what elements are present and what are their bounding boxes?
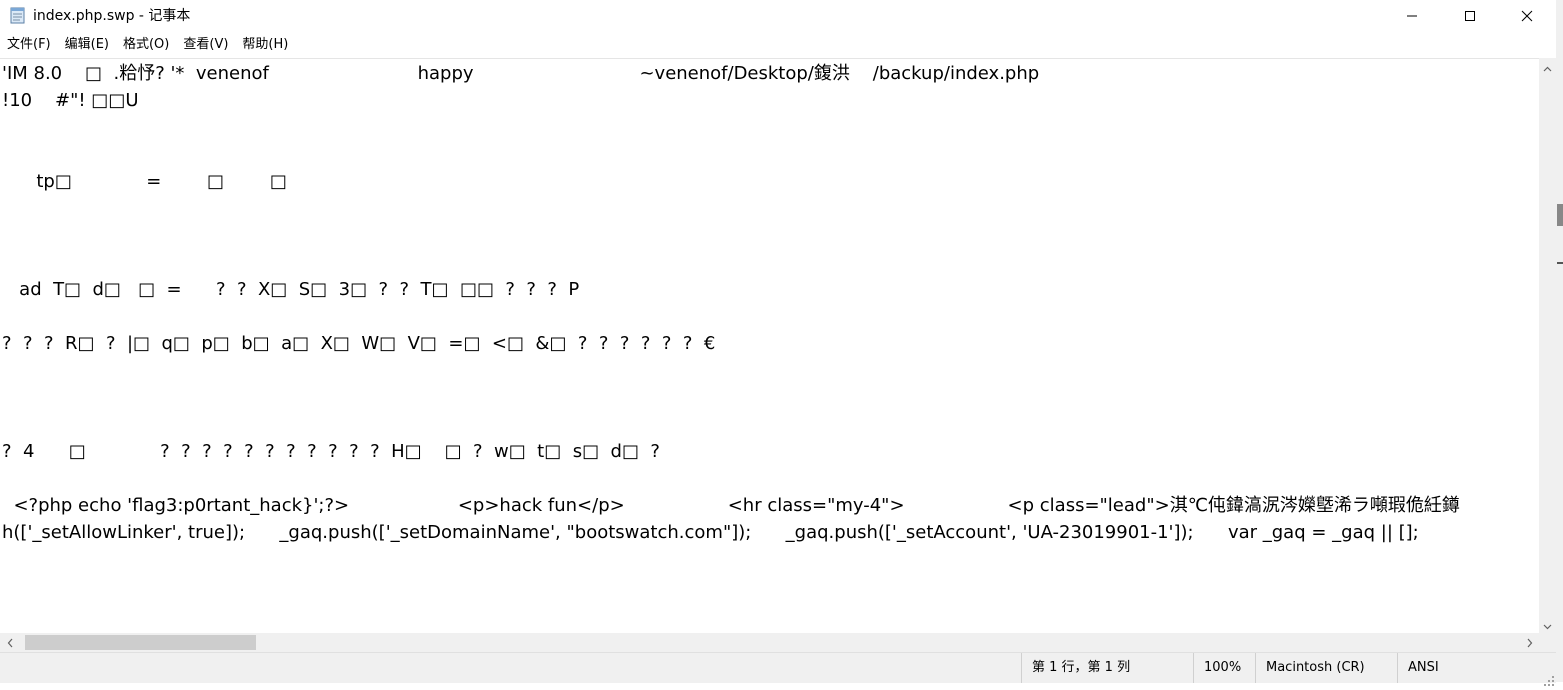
menu-bar: 文件(F) 编辑(E) 格式(O) 查看(V) 帮助(H) [0, 33, 1556, 57]
chevron-right-icon [1527, 633, 1533, 652]
notepad-window: index.php.swp - 记事本 文件(F) 编辑(E) 格式(O) 查看… [0, 0, 1556, 686]
chevron-left-icon [7, 633, 13, 652]
scroll-right-button[interactable] [1520, 633, 1539, 652]
close-button[interactable] [1498, 0, 1556, 32]
chevron-down-icon [1543, 615, 1552, 634]
scroll-down-button[interactable] [1539, 616, 1556, 633]
menu-help[interactable]: 帮助(H) [235, 33, 295, 57]
text-line: !10 #"! □□U [2, 90, 139, 111]
maximize-button[interactable] [1441, 0, 1499, 32]
horizontal-scrollbar[interactable] [0, 633, 1539, 652]
scroll-left-button[interactable] [0, 633, 19, 652]
text-line: ? 4 □ ? ? ? ? ? ? ? ? ? ? ? H□ □ ? w□ t□… [2, 441, 660, 462]
resize-grip-icon[interactable] [1544, 671, 1554, 686]
background-window-edge [1556, 0, 1563, 682]
menu-file[interactable]: 文件(F) [0, 33, 58, 57]
text-editor-area[interactable]: 'IM 8.0 □ .粭忬? '* venenof happy ~venenof… [0, 58, 1539, 634]
zoom-level: 100% [1193, 653, 1255, 683]
title-bar[interactable]: index.php.swp - 记事本 [0, 0, 1556, 32]
horizontal-scroll-thumb[interactable] [25, 635, 256, 650]
window-title: index.php.swp - 记事本 [33, 8, 191, 24]
status-bar: 第 1 行，第 1 列 100% Macintosh (CR) ANSI [0, 652, 1556, 686]
minimize-icon [1406, 7, 1418, 26]
text-line: 'IM 8.0 □ .粭忬? '* venenof happy ~venenof… [2, 63, 1040, 84]
notepad-icon [10, 6, 26, 24]
cursor-position: 第 1 行，第 1 列 [1021, 653, 1193, 683]
chevron-up-icon [1543, 57, 1552, 76]
text-line: ? ? ? R□ ? |□ q□ p□ b□ a□ X□ W□ V□ =□ <□… [2, 333, 716, 354]
menu-format[interactable]: 格式(O) [116, 33, 176, 57]
minimize-button[interactable] [1383, 0, 1441, 32]
text-line: <?php echo 'flag3:p0rtant_hack}';?> <p>h… [2, 495, 1460, 516]
vertical-scrollbar[interactable] [1539, 58, 1556, 633]
menu-edit[interactable]: 编辑(E) [58, 33, 116, 57]
text-line: ad T□ d□ □ = ? ? X□ S□ 3□ ? ? T□ □□ ? ? … [2, 279, 580, 300]
text-line: tp□ = □ □ [2, 171, 287, 192]
maximize-icon [1464, 7, 1476, 26]
scroll-up-button[interactable] [1539, 58, 1556, 75]
encoding: ANSI [1397, 653, 1556, 683]
close-icon [1521, 7, 1533, 26]
scroll-corner [1539, 633, 1556, 652]
menu-view[interactable]: 查看(V) [176, 33, 235, 57]
text-line: h(['_setAllowLinker', true]); _gaq.push(… [2, 522, 1419, 543]
line-ending: Macintosh (CR) [1255, 653, 1397, 683]
